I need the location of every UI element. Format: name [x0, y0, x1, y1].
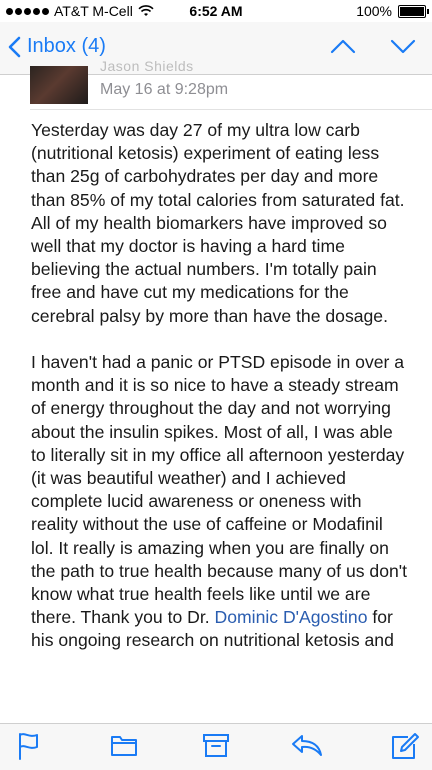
battery-percent: 100% [356, 3, 392, 19]
status-bar: AT&T M-Cell 6:52 AM 100% [0, 0, 432, 22]
chevron-left-icon [8, 36, 21, 57]
paragraph-2-text: I haven't had a panic or PTSD episode in… [31, 352, 408, 628]
archive-icon[interactable] [202, 732, 230, 758]
reply-icon[interactable] [290, 732, 324, 758]
chevron-up-icon[interactable] [330, 38, 356, 54]
chevron-down-icon[interactable] [390, 38, 416, 54]
flag-icon[interactable] [17, 732, 41, 760]
compose-icon[interactable] [390, 732, 420, 760]
bottom-toolbar [0, 723, 432, 770]
back-label: Inbox (4) [27, 35, 106, 57]
message-date: May 16 at 9:28pm [100, 81, 229, 98]
sender-name[interactable]: Jason Shields [100, 58, 194, 74]
dominic-dagostino-link[interactable]: Dominic D'Agostino [215, 607, 368, 627]
folder-icon[interactable] [110, 732, 138, 758]
status-right: 100% [356, 3, 429, 19]
battery-icon [398, 4, 429, 18]
paragraph-2: I haven't had a panic or PTSD episode in… [31, 351, 409, 653]
header-divider [30, 109, 432, 110]
back-to-inbox-button[interactable]: Inbox (4) [8, 35, 106, 58]
paragraph-1: Yesterday was day 27 of my ultra low car… [31, 120, 405, 326]
avatar[interactable] [30, 66, 88, 104]
message-navigation [330, 38, 416, 54]
message-body: Yesterday was day 27 of my ultra low car… [31, 119, 409, 653]
battery-fill [400, 6, 424, 16]
